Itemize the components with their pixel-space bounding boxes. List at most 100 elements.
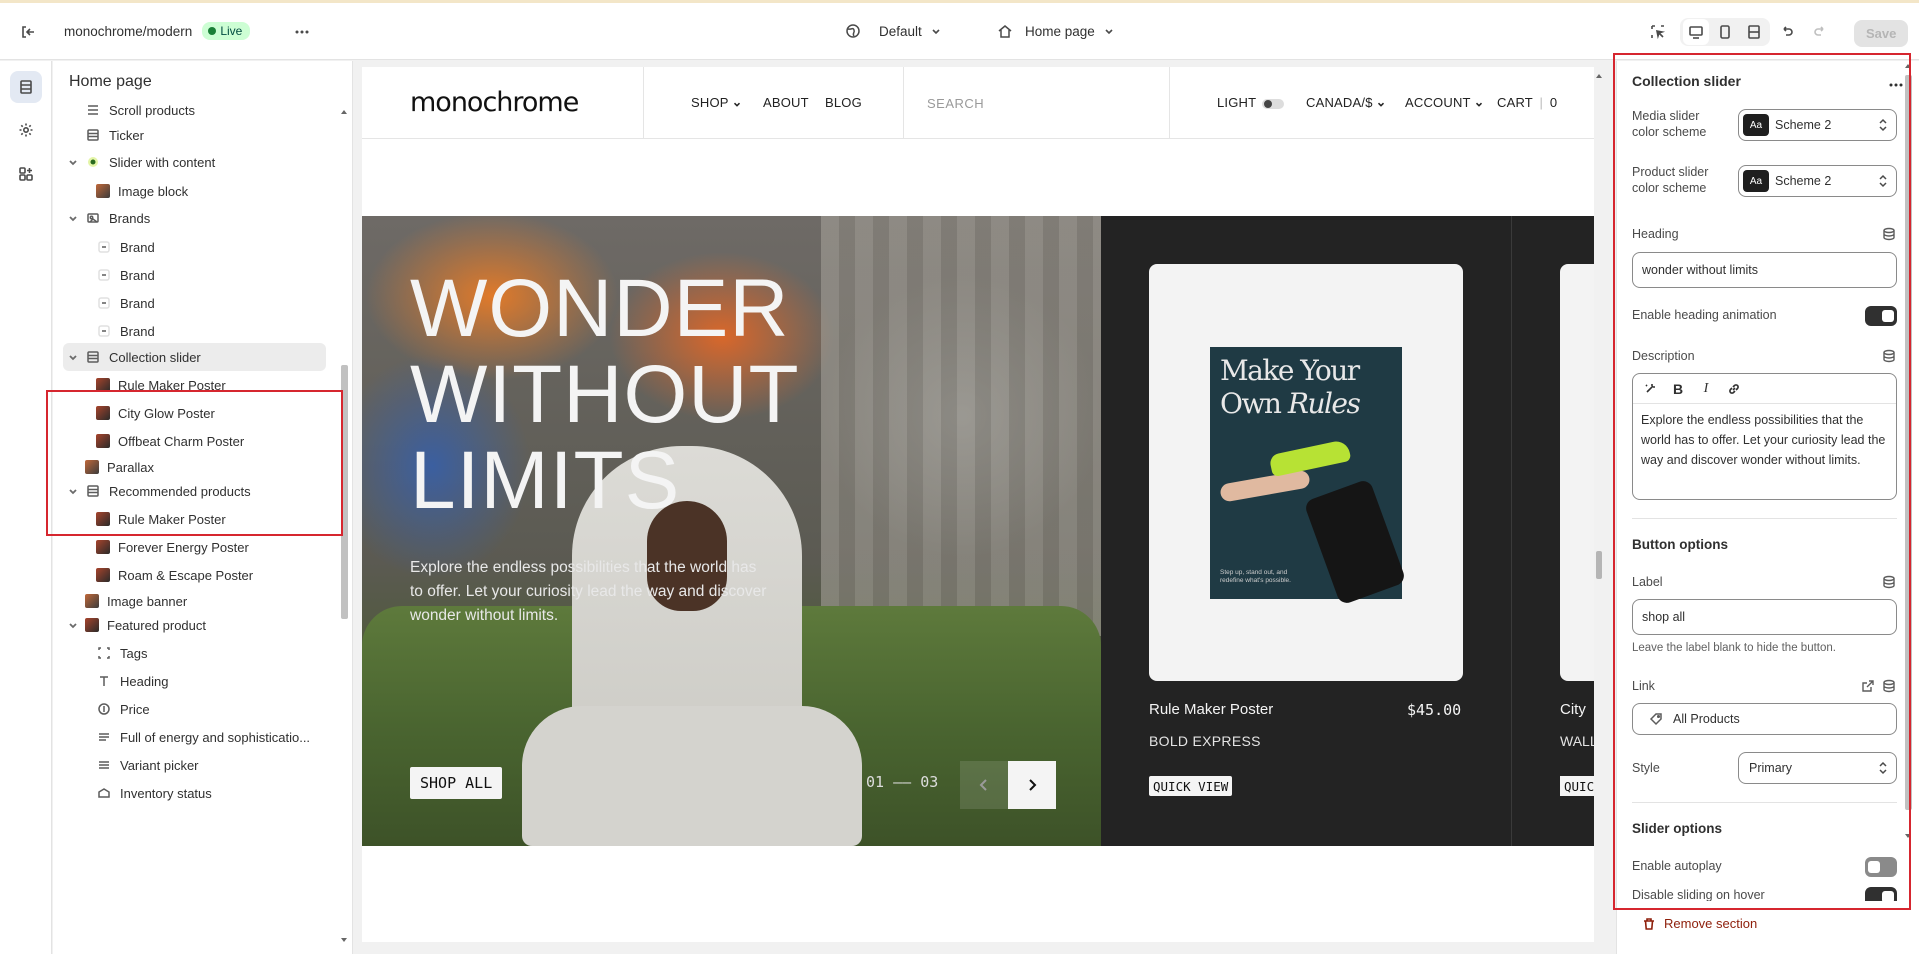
cart-link[interactable]: CART | 0	[1497, 95, 1557, 110]
tree-item-label: Heading	[120, 673, 169, 689]
dash-icon	[96, 267, 112, 283]
tree-item[interactable]: Forever Energy Poster	[53, 533, 339, 561]
product-card-image[interactable]: Make Your Own Rules Step up, stand out, …	[1149, 264, 1463, 681]
tree-item[interactable]: Featured product	[53, 611, 339, 639]
more-actions-icon[interactable]	[289, 19, 315, 45]
tree-item[interactable]: Collection slider	[53, 343, 339, 371]
exit-icon[interactable]	[15, 19, 41, 45]
account-menu[interactable]: ACCOUNT	[1405, 95, 1484, 110]
tree-item-label: Image block	[118, 183, 189, 199]
product-name[interactable]: City	[1560, 701, 1586, 718]
trash-icon	[1644, 917, 1654, 930]
save-button[interactable]: Save	[1854, 20, 1909, 47]
tree-item-label: Image banner	[107, 593, 188, 609]
poster-water-gun-shape	[1268, 438, 1352, 478]
inspector-icon[interactable]	[1645, 19, 1671, 45]
store-logo[interactable]: monochrome	[410, 87, 579, 118]
settings-gear-icon[interactable]	[10, 114, 42, 146]
globe-icon	[846, 24, 860, 38]
nav-about[interactable]: ABOUT	[763, 95, 809, 110]
tree-item[interactable]: Brand	[53, 317, 339, 345]
scroll-up-arrow-icon	[341, 110, 347, 114]
chevron-down-icon[interactable]	[67, 619, 79, 631]
tree-item[interactable]: Ticker	[53, 121, 339, 149]
tree-item-label: Featured product	[107, 617, 207, 633]
product-thumb-icon	[96, 568, 110, 582]
tree-item[interactable]: Brand	[53, 289, 339, 317]
chevron-down-icon	[1476, 102, 1483, 107]
tree-item[interactable]: Roam & Escape Poster	[53, 561, 339, 589]
light-toggle-icon	[1262, 98, 1285, 109]
tree-item[interactable]: Price	[53, 695, 339, 723]
chevron-down-icon[interactable]	[67, 212, 79, 224]
product-name[interactable]: Rule Maker Poster	[1149, 701, 1273, 718]
viewport-switcher	[1680, 18, 1770, 46]
remove-section-label: Remove section	[1664, 916, 1758, 931]
quick-view-button[interactable]: QUIC	[1560, 776, 1594, 796]
remove-section-button[interactable]: Remove section	[1642, 916, 1757, 931]
tree-item[interactable]: Variant picker	[53, 751, 339, 779]
live-badge-label: Live	[220, 24, 243, 38]
region-selector[interactable]: CANADA/$	[1306, 95, 1386, 110]
tree-item[interactable]: Heading	[53, 667, 339, 695]
tree-item[interactable]: Inventory status	[53, 779, 339, 807]
theme-toggle[interactable]: LIGHT	[1217, 95, 1285, 110]
slider-icon	[85, 154, 101, 170]
live-badge: Live	[202, 22, 251, 40]
tree-item-content: Forever Energy Poster	[53, 540, 249, 555]
tree-item[interactable]: Slider with content	[53, 148, 339, 176]
product-vendor: WALL	[1560, 733, 1594, 749]
tree-item-label: Scroll products	[109, 102, 195, 118]
chevron-down-icon[interactable]	[67, 156, 79, 168]
nav-blog[interactable]: BLOG	[825, 95, 862, 110]
tree-item-label: Brands	[109, 210, 151, 226]
tree-item-label: Tags	[120, 645, 148, 661]
slider-prev-button[interactable]	[960, 761, 1008, 809]
sections-icon[interactable]	[10, 71, 42, 103]
panel-title: Home page	[69, 73, 152, 90]
tree-item-label: Brand	[120, 267, 155, 283]
mobile-view-icon[interactable]	[1712, 19, 1738, 45]
editor-rail	[0, 61, 52, 954]
tree-item-content: Brand	[53, 295, 155, 311]
dash-icon	[96, 239, 112, 255]
tree-item[interactable]: Brands	[53, 204, 339, 232]
preview-scrollbar[interactable]	[1596, 61, 1602, 954]
apps-icon[interactable]	[10, 158, 42, 190]
region-label: CANADA/$	[1306, 95, 1373, 110]
slide-counter: 01 —— 03	[866, 773, 938, 791]
highlight-box-settings	[1613, 53, 1911, 910]
tree-item-label: Inventory status	[120, 785, 212, 801]
chevron-down-icon[interactable]	[67, 351, 79, 363]
hero-heading-line: WITHOUT	[410, 349, 800, 440]
tree-item[interactable]: Tags	[53, 639, 339, 667]
preview-canvas: monochrome SHOP ABOUT BLOG SEARCH LIGHT …	[354, 61, 1602, 954]
shop-all-button[interactable]: SHOP ALL	[410, 767, 503, 799]
tree-item[interactable]: Brand	[53, 233, 339, 261]
page-selector[interactable]: Home page	[997, 23, 1115, 39]
undo-icon[interactable]	[1774, 19, 1800, 45]
dash-icon	[96, 323, 112, 339]
tree-item[interactable]: Brand	[53, 261, 339, 289]
tree-item[interactable]: Image block	[53, 177, 339, 205]
storefront-preview: monochrome SHOP ABOUT BLOG SEARCH LIGHT …	[362, 67, 1594, 942]
search-field[interactable]: SEARCH	[927, 96, 984, 111]
tree-item[interactable]: Scroll products	[53, 96, 339, 124]
tree-item-content: Full of energy and sophisticatio...	[53, 729, 310, 745]
desktop-view-icon[interactable]	[1683, 19, 1709, 45]
product-card-image[interactable]	[1560, 264, 1594, 681]
store-header: monochrome SHOP ABOUT BLOG SEARCH LIGHT …	[362, 67, 1594, 139]
tree-item-content: Collection slider	[53, 349, 201, 365]
quick-view-button[interactable]: QUICK VIEW	[1149, 776, 1233, 796]
slider-next-button[interactable]	[1008, 761, 1056, 809]
slide-separator: ——	[893, 773, 912, 791]
preview-scrollbar-thumb[interactable]	[1596, 551, 1602, 579]
nav-shop[interactable]: SHOP	[691, 95, 742, 110]
fullwidth-view-icon[interactable]	[1741, 19, 1767, 45]
section-icon	[85, 349, 101, 365]
redo-icon[interactable]	[1807, 19, 1833, 45]
poster-text-line: Own Rules	[1220, 387, 1361, 420]
tree-item-content: Price	[53, 701, 150, 717]
tree-item[interactable]: Full of energy and sophisticatio...	[53, 723, 339, 751]
theme-selector[interactable]: Default	[845, 23, 942, 39]
